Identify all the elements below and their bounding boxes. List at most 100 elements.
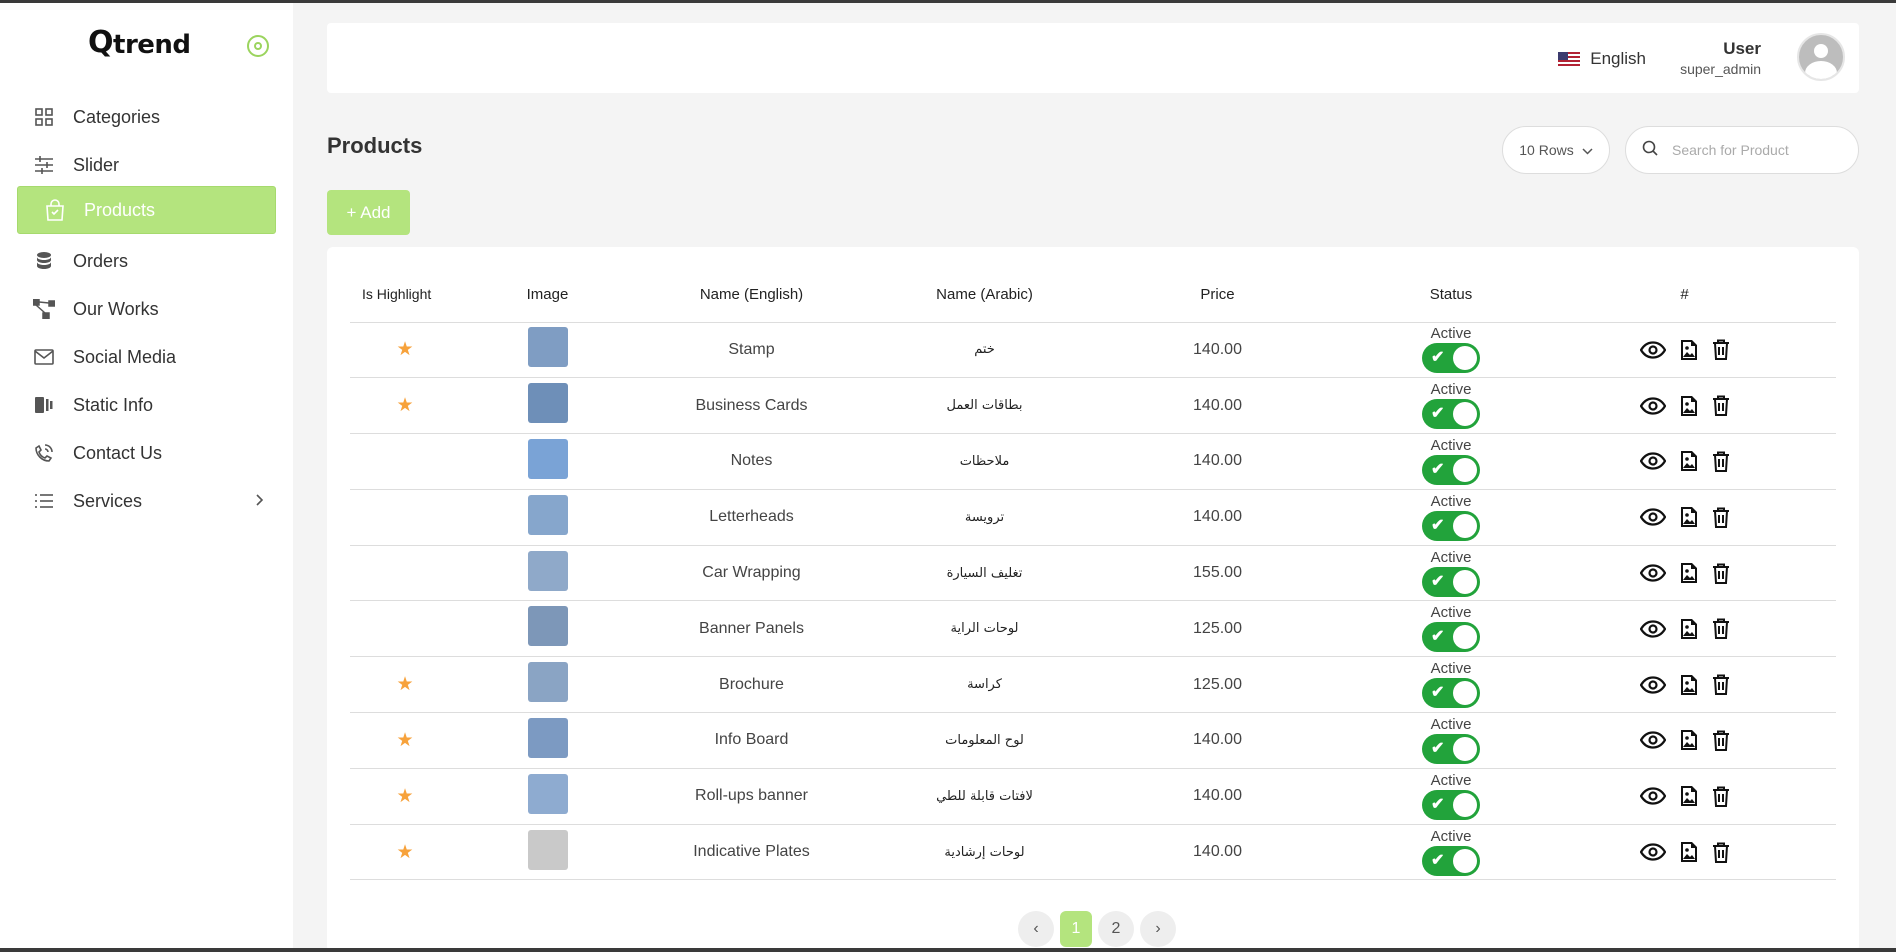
status-label: Active xyxy=(1430,548,1472,566)
next-page-button[interactable]: › xyxy=(1140,911,1176,947)
sidebar-item-static-info[interactable]: Static Info xyxy=(17,381,276,429)
price-cell: 155.00 xyxy=(1101,545,1334,602)
trash-icon[interactable] xyxy=(1712,451,1730,472)
star-icon[interactable]: ★ xyxy=(396,786,413,807)
sidebar-item-our-works[interactable]: Our Works xyxy=(17,285,276,333)
view-eye-icon[interactable] xyxy=(1639,508,1666,526)
image-file-icon[interactable] xyxy=(1680,785,1698,807)
brand-logo[interactable]: Q trend xyxy=(88,25,191,60)
star-icon[interactable]: ★ xyxy=(396,395,413,416)
rows-per-page-select[interactable]: 10 Rows xyxy=(1502,126,1610,174)
view-eye-icon[interactable] xyxy=(1639,452,1666,471)
image-file-icon[interactable] xyxy=(1680,729,1698,751)
status-toggle[interactable]: ✔ xyxy=(1422,845,1480,876)
product-thumbnail[interactable] xyxy=(527,550,568,591)
page-button-2[interactable]: 2 xyxy=(1098,911,1134,947)
sidebar-item-orders[interactable]: Orders xyxy=(17,237,276,285)
sidebar-item-categories[interactable]: Categories xyxy=(17,93,276,141)
star-icon[interactable]: ★ xyxy=(396,674,413,695)
search-input[interactable] xyxy=(1672,142,1842,158)
database-icon xyxy=(33,250,55,272)
status-toggle[interactable]: ✔ xyxy=(1422,622,1480,653)
sidebar-item-services[interactable]: Services xyxy=(17,477,276,525)
sidebar-toggle-button[interactable] xyxy=(247,35,269,57)
status-toggle[interactable]: ✔ xyxy=(1422,566,1480,597)
user-info[interactable]: User super_admin xyxy=(1680,39,1761,77)
image-file-icon[interactable] xyxy=(1680,562,1698,584)
image-file-icon[interactable] xyxy=(1680,450,1698,472)
table-row: Notes ملاحظات 140.00 Active ✔ xyxy=(350,433,1836,490)
status-toggle[interactable]: ✔ xyxy=(1422,399,1480,430)
add-product-button[interactable]: + Add xyxy=(327,190,410,235)
product-thumbnail[interactable] xyxy=(527,327,568,368)
trash-icon[interactable] xyxy=(1712,842,1730,863)
view-eye-icon[interactable] xyxy=(1639,787,1666,805)
status-toggle[interactable]: ✔ xyxy=(1422,678,1480,709)
trash-icon[interactable] xyxy=(1712,786,1730,807)
product-thumbnail[interactable] xyxy=(527,773,568,814)
sidebar-item-contact-us[interactable]: Contact Us xyxy=(17,429,276,477)
trash-icon[interactable] xyxy=(1712,618,1730,640)
status-toggle[interactable]: ✔ xyxy=(1422,343,1480,374)
rows-select-value: 10 Rows xyxy=(1519,142,1574,158)
page-button-1[interactable]: 1 xyxy=(1060,911,1092,947)
trash-icon[interactable] xyxy=(1712,730,1730,751)
trash-icon[interactable] xyxy=(1712,395,1730,417)
view-eye-icon[interactable] xyxy=(1639,676,1666,694)
name-ar-cell: لوح المعلومات xyxy=(868,712,1101,769)
view-eye-icon[interactable] xyxy=(1639,731,1666,750)
star-icon[interactable]: ★ xyxy=(396,730,413,751)
trash-icon[interactable] xyxy=(1712,339,1730,361)
language-selector[interactable]: English xyxy=(1558,49,1646,69)
name-ar-cell: كراسة xyxy=(868,656,1101,714)
name-en-cell: Brochure xyxy=(635,656,868,714)
sliders-icon xyxy=(33,154,55,176)
view-eye-icon[interactable] xyxy=(1639,564,1666,582)
view-eye-icon[interactable] xyxy=(1639,843,1666,861)
sidebar-item-slider[interactable]: Slider xyxy=(17,141,276,189)
product-thumbnail[interactable] xyxy=(527,438,568,479)
product-thumbnail[interactable] xyxy=(527,606,568,647)
image-cell xyxy=(460,712,635,769)
trash-icon[interactable] xyxy=(1712,674,1730,696)
actions-cell xyxy=(1568,824,1801,881)
image-file-icon[interactable] xyxy=(1680,618,1698,640)
panel-icon xyxy=(33,394,55,416)
image-file-icon[interactable] xyxy=(1680,674,1698,696)
column-header-name-ar: Name (Arabic) xyxy=(868,267,1101,323)
image-file-icon[interactable] xyxy=(1680,339,1698,361)
status-toggle[interactable]: ✔ xyxy=(1422,510,1480,541)
product-thumbnail[interactable] xyxy=(527,717,568,758)
trash-icon[interactable] xyxy=(1712,563,1730,584)
prev-page-button[interactable]: ‹ xyxy=(1018,911,1054,947)
status-toggle[interactable]: ✔ xyxy=(1422,789,1480,820)
image-cell xyxy=(460,322,635,379)
view-eye-icon[interactable] xyxy=(1639,397,1666,415)
avatar[interactable] xyxy=(1797,33,1845,81)
image-cell xyxy=(460,824,635,881)
view-eye-icon[interactable] xyxy=(1639,341,1666,359)
status-toggle[interactable]: ✔ xyxy=(1422,454,1480,485)
star-icon[interactable]: ★ xyxy=(396,339,413,360)
image-file-icon[interactable] xyxy=(1680,841,1698,863)
star-icon[interactable]: ★ xyxy=(396,842,413,863)
product-thumbnail[interactable] xyxy=(527,662,568,703)
table-row: Letterheads ترويسة 140.00 Active ✔ xyxy=(350,489,1836,546)
highlight-cell: ★ xyxy=(350,656,460,714)
image-file-icon[interactable] xyxy=(1680,506,1698,528)
highlight-cell xyxy=(350,433,460,490)
view-eye-icon[interactable] xyxy=(1639,620,1666,638)
check-icon: ✔ xyxy=(1431,628,1445,646)
image-file-icon[interactable] xyxy=(1680,395,1698,417)
status-toggle[interactable]: ✔ xyxy=(1422,733,1480,764)
product-thumbnail[interactable] xyxy=(527,829,568,870)
name-ar-cell: تغليف السيارة xyxy=(868,545,1101,602)
table-row: ★ Indicative Plates لوحات إرشادية 140.00 Act… xyxy=(350,824,1836,881)
product-thumbnail[interactable] xyxy=(527,383,568,424)
trash-icon[interactable] xyxy=(1712,507,1730,528)
sidebar-item-social-media[interactable]: Social Media xyxy=(17,333,276,381)
sidebar-item-products[interactable]: Products xyxy=(17,186,276,234)
column-header-status: Status xyxy=(1334,267,1568,323)
list-icon xyxy=(33,490,55,512)
product-thumbnail[interactable] xyxy=(527,494,568,535)
